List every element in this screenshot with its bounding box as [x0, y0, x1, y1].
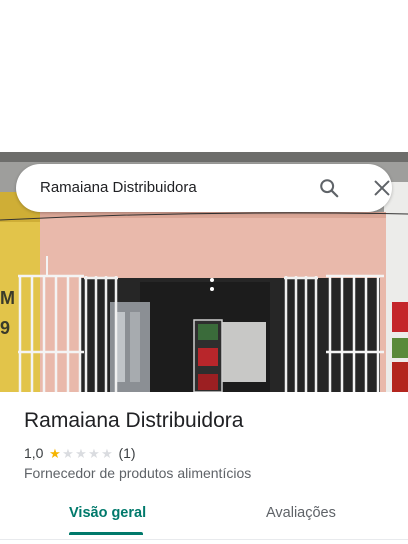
- star-icon-empty: ★: [62, 445, 74, 461]
- map-blank-area: [0, 0, 408, 152]
- tab-overview[interactable]: Visão geral: [69, 505, 146, 521]
- rating-row[interactable]: 1,0 ★ ★ ★ ★ ★ (1): [24, 444, 136, 462]
- search-icon[interactable]: [318, 177, 340, 199]
- review-count[interactable]: (1): [118, 445, 135, 461]
- close-icon[interactable]: [371, 177, 393, 199]
- rating-value: 1,0: [24, 445, 44, 461]
- place-category: Fornecedor de produtos alimentícios: [24, 465, 252, 481]
- svg-text:M: M: [0, 288, 15, 308]
- place-tabs: Visão geral Avaliações: [0, 496, 408, 536]
- star-rating: ★ ★ ★ ★ ★: [48, 447, 113, 460]
- star-icon-filled: ★: [49, 445, 61, 461]
- tabs-divider: [0, 539, 408, 540]
- star-icon-empty: ★: [88, 445, 100, 461]
- tab-reviews[interactable]: Avaliações: [266, 505, 336, 521]
- search-bar[interactable]: Ramaiana Distribuidora: [16, 164, 392, 212]
- tab-selected-indicator: [69, 532, 143, 535]
- search-input[interactable]: Ramaiana Distribuidora: [40, 179, 197, 196]
- svg-text:9: 9: [0, 318, 10, 338]
- star-icon-empty: ★: [101, 445, 113, 461]
- place-title: Ramaiana Distribuidora: [24, 409, 244, 432]
- star-icon-empty: ★: [75, 445, 87, 461]
